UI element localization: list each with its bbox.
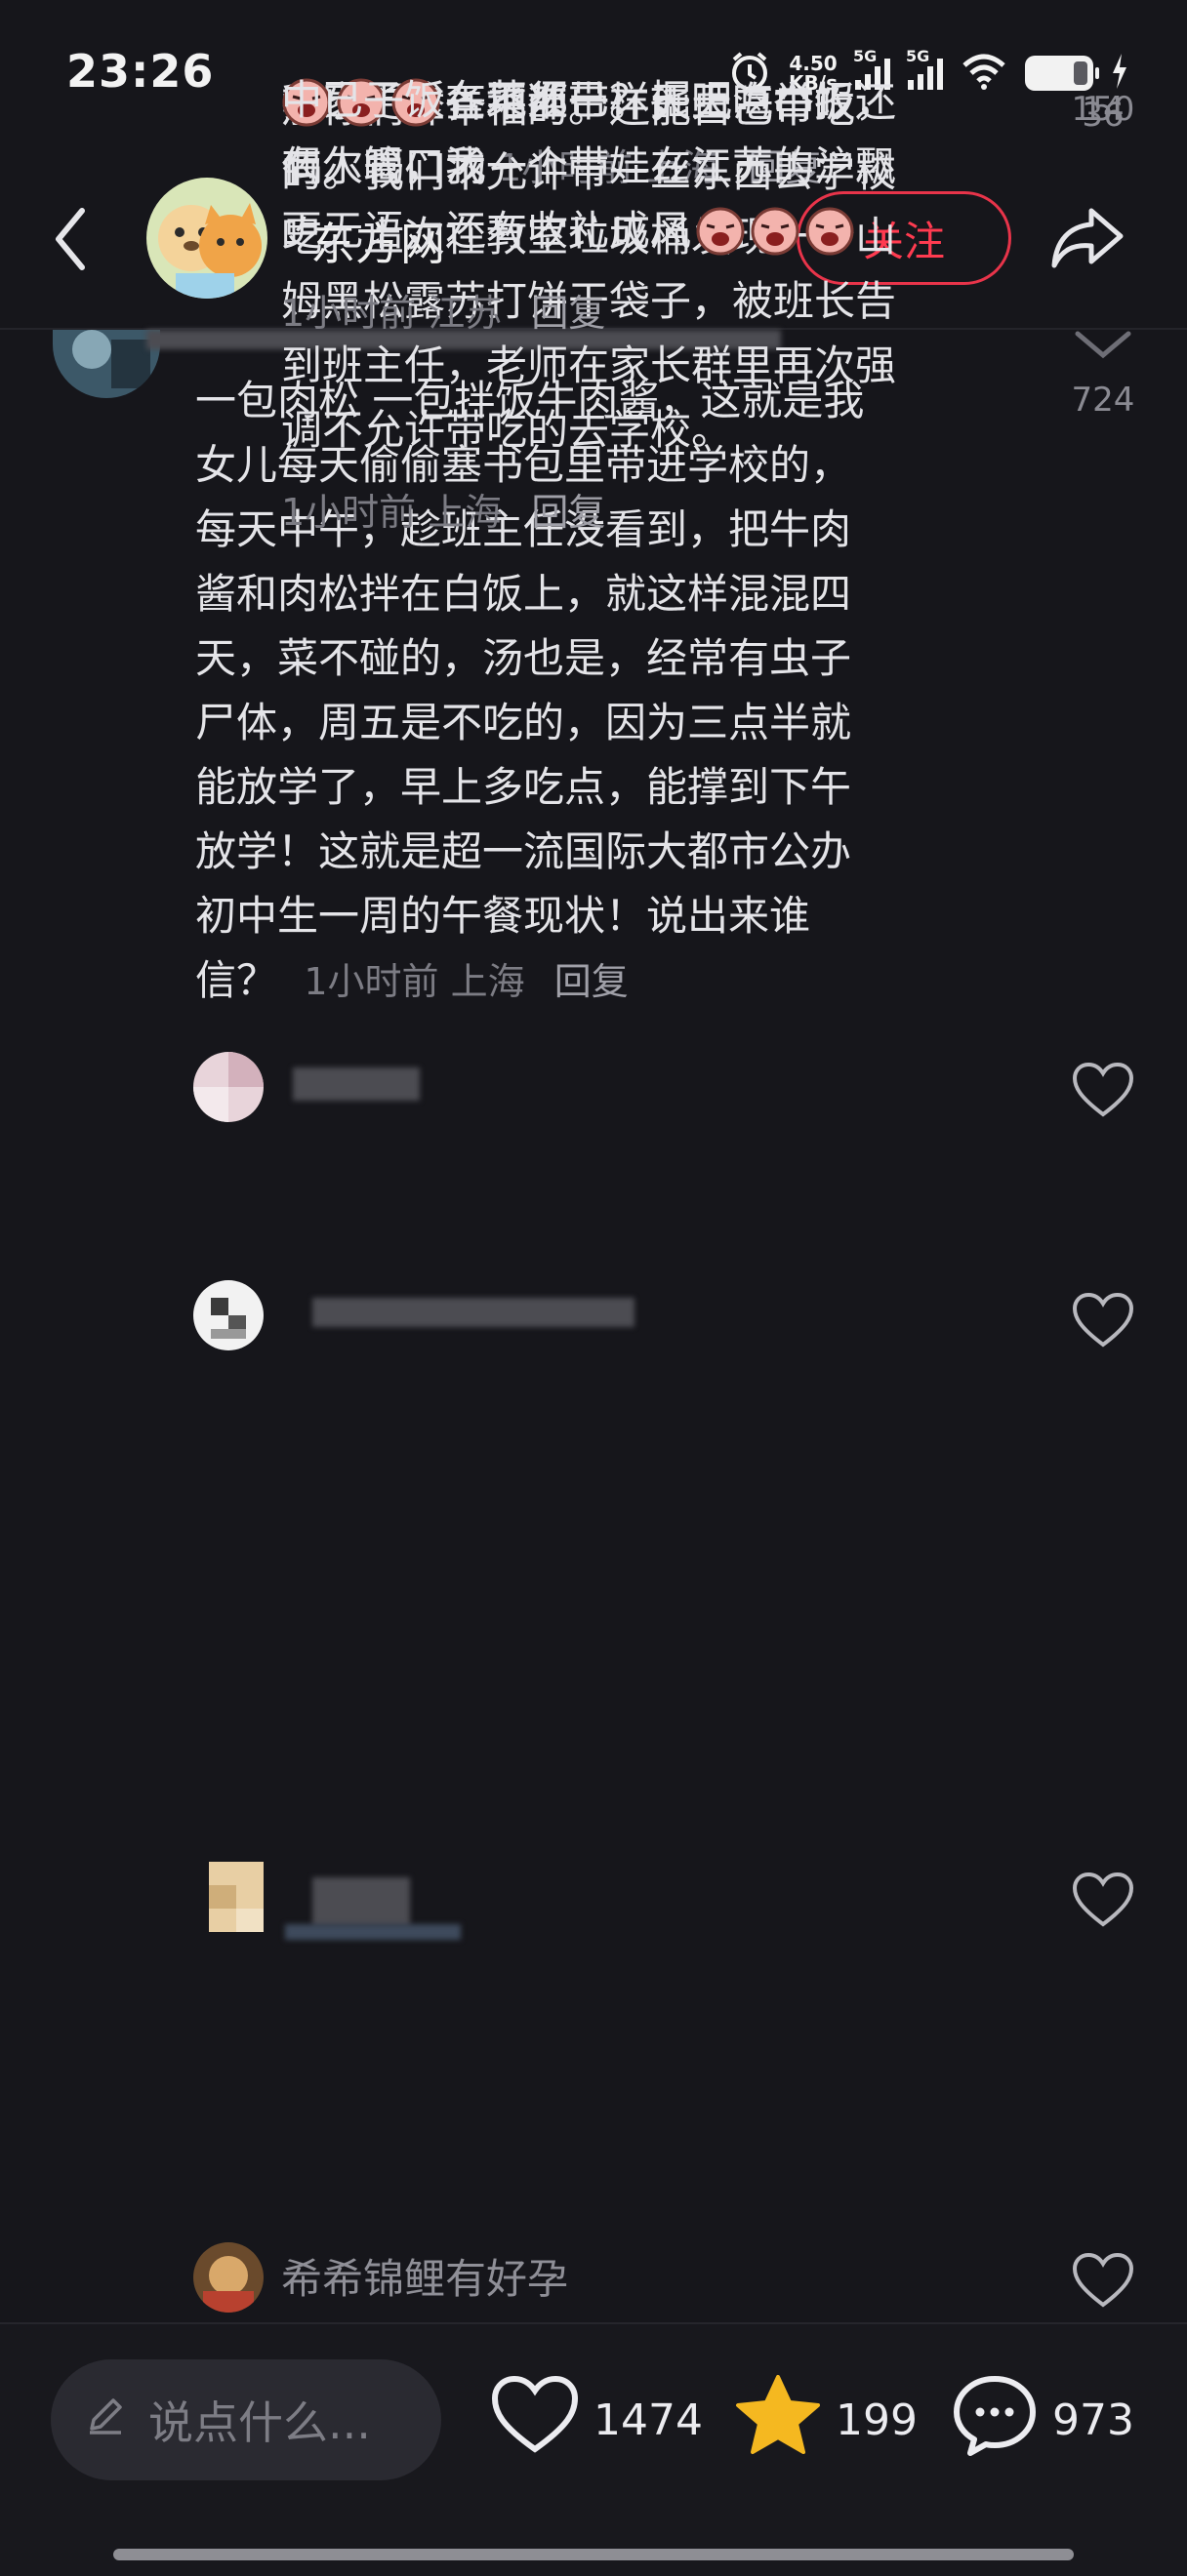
comment-location: 上海 [428,491,503,534]
network-type-label: 5G [906,47,930,65]
back-icon[interactable] [51,205,90,277]
favorite-button[interactable]: 199 [734,2374,918,2459]
heart-icon [490,2375,580,2466]
reply-item [0,1044,1187,1239]
comment-line: 初中生一周的午餐现状！说出来谁 [195,892,811,940]
comment-meta: 1小时前 江苏 回复 [281,283,605,337]
comment-line: 尸体，周五是不吃的，因为三点半就 [195,699,852,746]
reply-button[interactable]: 回复 [531,292,605,335]
reply-button[interactable]: 回复 [554,960,629,1003]
comment-meta: 1小时前 上海 回复 [304,960,628,1003]
comment-line: 调不允许带吃的去学校。 [281,406,733,454]
charging-icon [1111,54,1128,93]
account-avatar[interactable] [146,178,267,299]
reply-item [0,1854,1187,2205]
comment-line: 信？ [195,956,278,1004]
status-time: 23:26 [66,45,215,98]
chevron-down-icon[interactable] [1072,330,1134,367]
comments-button[interactable]: 973 [951,2375,1134,2459]
like-button[interactable]: 1474 [490,2375,703,2459]
comment-bubble-icon [951,2373,1039,2468]
crying-emoji-icon [695,206,855,257]
commenter-avatar[interactable] [53,330,160,398]
commenter-name-redacted [293,1067,420,1101]
commenter-avatar[interactable] [209,1862,264,1932]
comment-line: 放学！这就是超一流国际大都市公办 [195,827,852,875]
comment-line: 更无语，还有收礼成风 [281,207,692,255]
commenter-name-redacted [312,1298,634,1327]
favorite-total: 199 [836,2395,918,2445]
like-count: 14 [1082,90,1125,129]
redacted-strip [285,1924,461,1940]
reply-item [0,1268,1187,1815]
like-count: 724 [1071,381,1135,420]
commenter-avatar[interactable] [193,2242,264,2313]
comment-time: 1小时前 [304,960,439,1003]
network-type-label: 5G [853,47,878,65]
comment-total: 973 [1052,2395,1134,2445]
heart-icon[interactable] [1072,1062,1134,1122]
heart-icon[interactable] [1072,1872,1134,1932]
comment-meta: 1小时前 上海 回复 [281,482,605,536]
comment-location: 上海 [450,960,525,1003]
comment-input-placeholder: 说点什么... [148,2396,371,2449]
share-icon[interactable] [1048,203,1126,277]
home-indicator[interactable] [113,2549,1074,2560]
comment-input[interactable]: 说点什么... [51,2359,441,2480]
star-icon [734,2373,822,2468]
comment-time: 1小时前 [281,491,417,534]
comment-location: 江苏 [428,292,503,335]
commenter-name[interactable]: 希希锦鲤有好孕 [281,2246,568,2306]
comment-line: 有人管，我一个带娃在江苏的沪飘 [281,142,897,190]
comment-line: 酱和肉松拌在白饭上，就这样混混四 [195,570,852,618]
like-total: 1474 [594,2395,703,2445]
comment-line: 天，菜不碰的，汤也是，经常有虫子 [195,634,852,682]
comment-last-line: 更无语，还有收礼成风 [281,199,1043,263]
comment-line: 到班主任，老师在家长群里再次强 [281,342,897,389]
reply-item: 希希锦鲤有好孕 [0,2234,1187,2322]
commenter-avatar[interactable] [193,1280,264,1350]
pencil-icon [84,2394,127,2447]
commenter-name-redacted [312,1877,410,1926]
reply-button[interactable]: 回复 [531,491,605,534]
comment-text: 一包肉松 一包拌饭牛肉酱，这就是我 女儿每天偷偷塞书包里带进学校的， 每天中午，… [195,369,996,1014]
heart-icon[interactable] [1072,1292,1134,1352]
comment-last-line: 信？ 1小时前 上海 回复 [195,948,996,1014]
commenter-avatar[interactable] [193,1052,264,1122]
heart-icon[interactable] [1072,2252,1134,2313]
comment-text-partial: 中已子饭在菜须已？掘吧 [281,76,733,124]
comment-time: 1小时前 [281,292,417,335]
comment-line: 能放学了，早上多吃点，能撑到下午 [195,763,852,811]
